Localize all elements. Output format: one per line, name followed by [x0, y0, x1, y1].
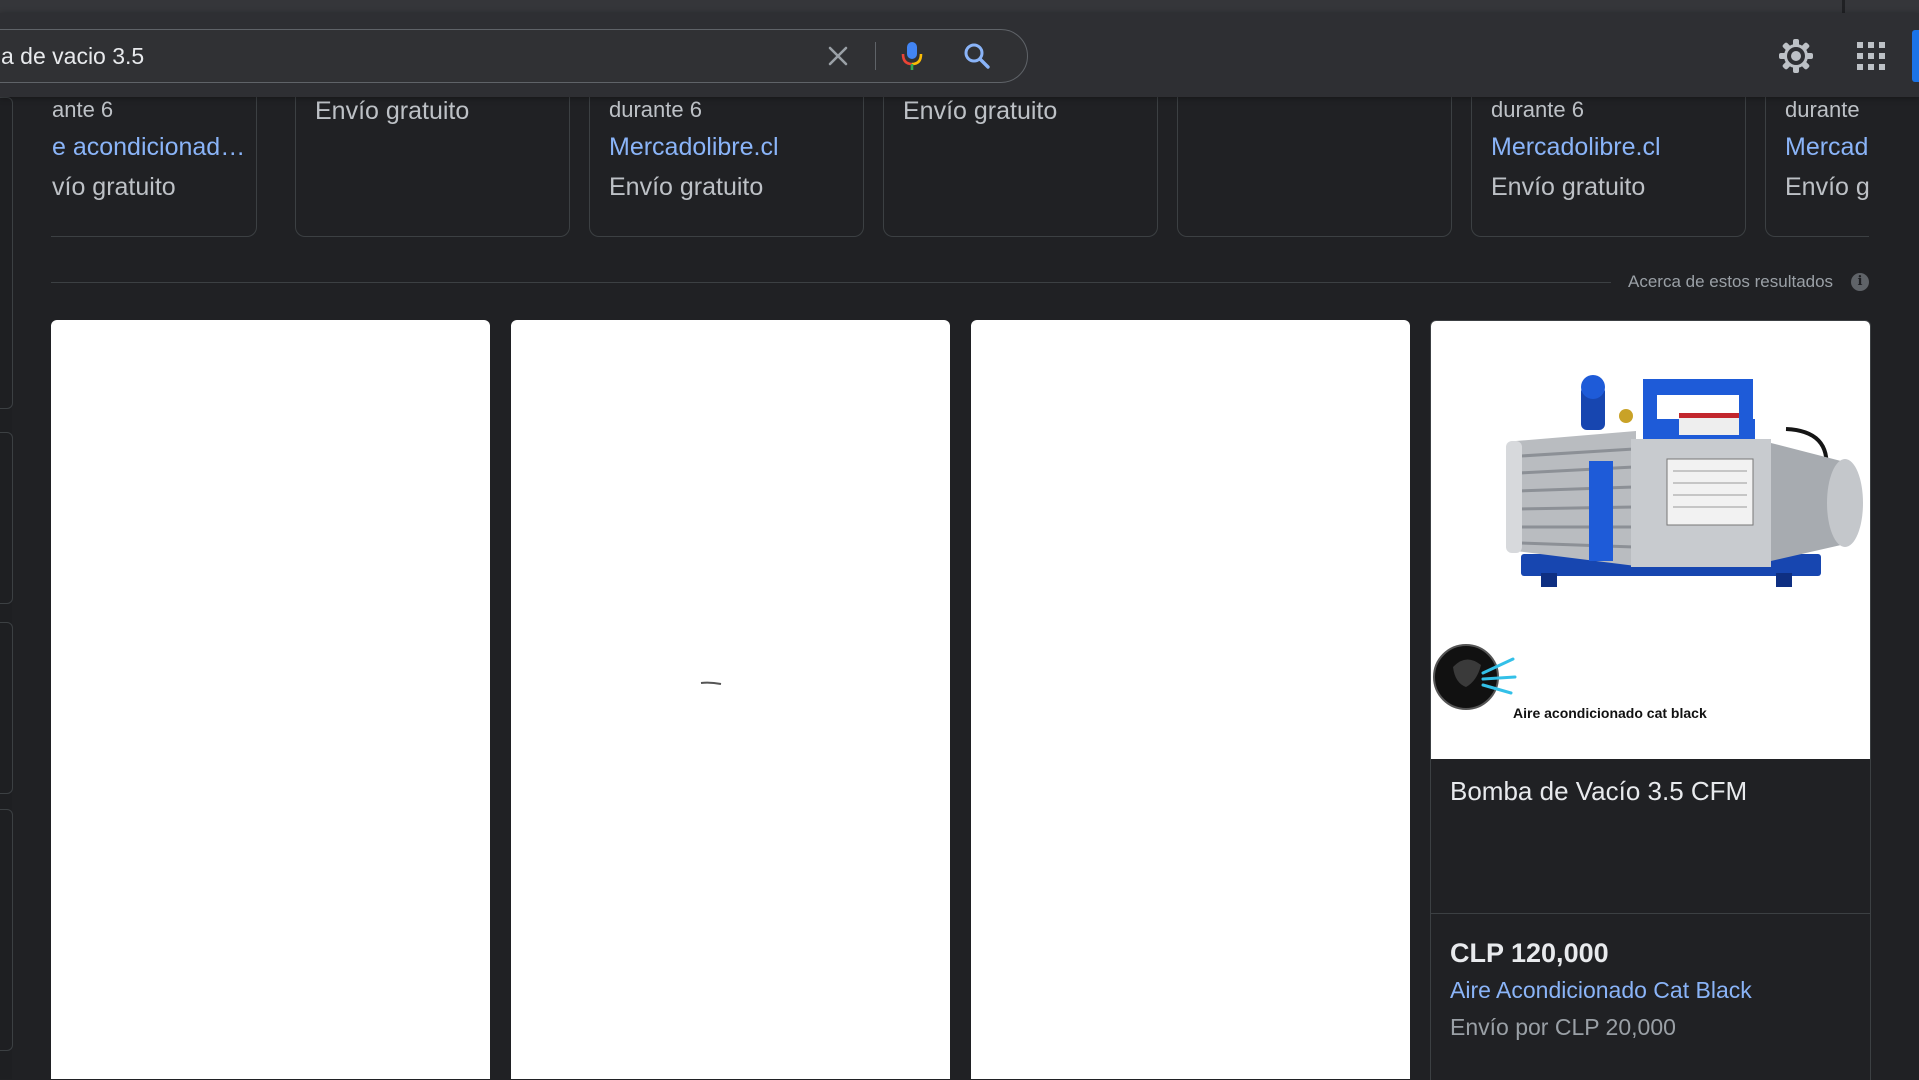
search-box[interactable]: a de vacio 3.5 — [0, 29, 1028, 83]
shopping-card-shipping: Envío gratuito — [609, 173, 764, 201]
shopping-results-strip: ante 6 e acondicionad… vío gratuito Enví… — [51, 97, 1869, 240]
image-speck — [700, 681, 722, 685]
shopping-card[interactable]: durante 6 Mercadolibre.cl Envío gratuito — [589, 97, 864, 237]
rail-segment — [0, 622, 13, 794]
rail-segment — [0, 809, 13, 1051]
shopping-card-shipping: Envío g — [1785, 173, 1869, 201]
shopping-card-shipping: Envío gratuito — [903, 97, 1058, 125]
rail-segment — [0, 432, 13, 604]
shopping-card[interactable]: Envío gratuito — [295, 97, 570, 237]
product-card-image-placeholder[interactable] — [511, 320, 950, 1079]
left-side-rail — [0, 97, 13, 1079]
gear-icon[interactable] — [1775, 35, 1817, 77]
close-icon[interactable] — [823, 41, 853, 71]
shopping-card[interactable] — [1177, 97, 1452, 237]
shopping-card-shipping: vío gratuito — [52, 173, 176, 201]
product-card-divider — [1431, 913, 1870, 914]
section-divider — [51, 282, 1611, 283]
microphone-icon[interactable] — [897, 39, 927, 73]
shopping-card-note: durante — [1785, 97, 1860, 122]
shopping-card[interactable]: Envío gratuito — [883, 97, 1158, 237]
shopping-card-note: durante 6 — [1491, 97, 1584, 122]
shopping-card-seller-link[interactable]: Mercadolibre.cl — [1491, 133, 1661, 162]
search-header: a de vacio 3.5 — [0, 13, 1919, 97]
shopping-card-seller-link[interactable]: Mercadolibre.cl — [609, 133, 779, 162]
image-caption: Aire acondicionado cat black — [1513, 705, 1707, 721]
shopping-card-seller-link[interactable]: e acondicionad… — [52, 133, 245, 162]
product-title[interactable]: Bomba de Vacío 3.5 CFM — [1450, 776, 1747, 807]
product-seller-link[interactable]: Aire Acondicionado Cat Black — [1450, 977, 1752, 1004]
search-divider — [875, 42, 876, 70]
product-card-image-placeholder[interactable] — [971, 320, 1410, 1079]
browser-top-bar — [0, 0, 1919, 13]
apps-grid-icon[interactable] — [1852, 37, 1890, 75]
rail-segment — [0, 97, 13, 409]
product-image[interactable]: Aire acondicionado cat black — [1431, 321, 1870, 759]
shopping-card-seller-link[interactable]: Mercad — [1785, 133, 1868, 162]
shopping-card[interactable]: durante Mercad Envío g — [1765, 97, 1869, 237]
shopping-card-note: ante 6 — [52, 97, 114, 122]
info-icon[interactable]: i — [1851, 273, 1869, 291]
shopping-card[interactable]: durante 6 Mercadolibre.cl Envío gratuito — [1471, 97, 1746, 237]
shopping-card[interactable]: ante 6 e acondicionad… vío gratuito — [51, 97, 257, 237]
product-shipping: Envío por CLP 20,000 — [1450, 1014, 1676, 1040]
product-card[interactable]: Aire acondicionado cat black Bomba de Va… — [1430, 320, 1871, 1080]
shopping-card-shipping: Envío gratuito — [315, 97, 470, 125]
search-icon[interactable] — [961, 40, 993, 72]
search-input[interactable]: a de vacio 3.5 — [1, 43, 144, 70]
product-card-image-placeholder[interactable] — [51, 320, 490, 1079]
shopping-card-note: durante 6 — [609, 97, 702, 122]
account-button[interactable] — [1912, 30, 1919, 82]
about-results-link[interactable]: Acerca de estos resultados — [1628, 272, 1833, 292]
product-price: CLP 120,000 — [1450, 938, 1609, 968]
shopping-card-shipping: Envío gratuito — [1491, 173, 1646, 201]
